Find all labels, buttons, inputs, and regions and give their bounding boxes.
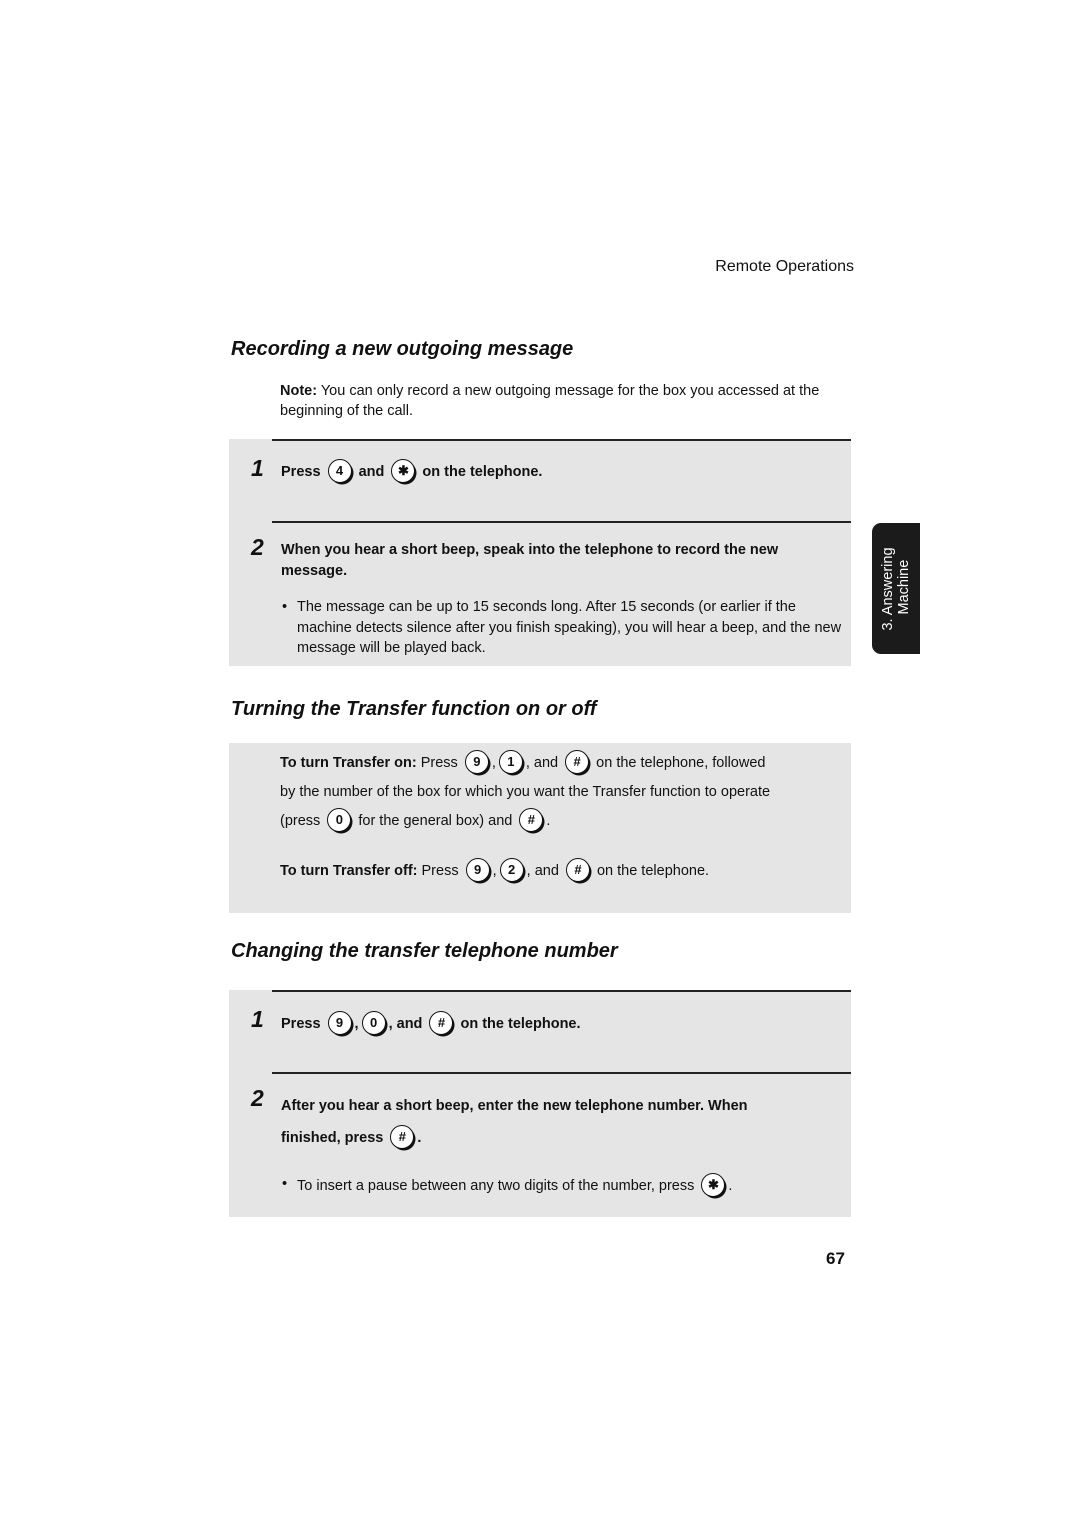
key-9-icon: 9 (465, 858, 490, 882)
section-title-transfer: Turning the Transfer function on or off (231, 698, 597, 720)
line-text: After you hear a short beep, enter the n… (281, 1098, 748, 1114)
chapter-tab-line2: Machine (896, 559, 912, 615)
step-number: 1 (251, 455, 264, 481)
and-label: , and (525, 755, 559, 771)
and-label: , and (388, 1015, 423, 1032)
key-hash-icon: # (390, 1125, 415, 1150)
press-label: Press (281, 1015, 321, 1032)
step-number: 2 (251, 1085, 264, 1111)
key-hash-icon: # (565, 750, 590, 775)
key-9-icon: 9 (327, 1011, 352, 1035)
transfer-on-label: To turn Transfer on: (280, 755, 417, 771)
chapter-tab-label: 3. Answering Machine (880, 547, 912, 630)
key-0-icon: 0 (327, 808, 352, 833)
transfer-off-text: To turn Transfer off: Press 9,2, and # o… (280, 858, 845, 883)
divider (272, 1072, 851, 1074)
step-2-text: After you hear a short beep, enter the n… (281, 1090, 841, 1154)
page-number: 67 (826, 1249, 845, 1268)
changing-steps-panel: 1 Press 9,0, and # on the telephone. 2 A… (229, 990, 851, 1217)
step-number: 1 (251, 1006, 264, 1032)
step-number: 2 (251, 534, 264, 560)
line-text: finished, press (281, 1130, 384, 1146)
and-label: and (358, 463, 385, 480)
line-text: by the number of the box for which you w… (280, 784, 771, 800)
suffix-label: on the telephone. (460, 1015, 581, 1032)
suffix-label: on the telephone, followed (596, 755, 766, 771)
bullet-item: • To insert a pause between any two digi… (280, 1173, 845, 1198)
section-title-recording: Recording a new outgoing message (231, 338, 574, 360)
line-text: for the general box) and (358, 813, 513, 829)
note-label: Note: (280, 383, 318, 399)
step-1-text: Press 9,0, and # on the telephone. (281, 1011, 841, 1036)
suffix-label: on the telephone. (422, 463, 543, 480)
divider (272, 521, 851, 523)
transfer-off-label: To turn Transfer off: (280, 862, 418, 879)
bullet-icon: • (282, 599, 288, 615)
recording-steps-panel: 1 Press 4 and ✱ on the telephone. 2 When… (229, 439, 851, 666)
suffix-label: on the telephone. (596, 862, 710, 879)
key-2-icon: 2 (499, 858, 524, 882)
key-hash-icon: # (429, 1011, 454, 1035)
press-label: Press (421, 862, 459, 879)
key-star-icon: ✱ (391, 459, 416, 483)
bullet-item: • The message can be up to 15 seconds lo… (280, 597, 845, 659)
bullet-text: To insert a pause between any two digits… (297, 1177, 695, 1194)
chapter-tab-line1: 3. Answering (880, 546, 896, 631)
note: Note: You can only record a new outgoing… (280, 381, 840, 421)
transfer-on-text: To turn Transfer on: Press 9,1, and # on… (280, 749, 845, 836)
press-label: Press (281, 463, 321, 480)
chapter-tab[interactable]: 3. Answering Machine (872, 523, 920, 654)
section-title-changing: Changing the transfer telephone number (231, 940, 618, 962)
key-1-icon: 1 (498, 750, 523, 775)
key-hash-icon: # (519, 808, 544, 833)
bullet-icon: • (282, 1176, 288, 1192)
divider (272, 439, 851, 441)
key-0-icon: 0 (361, 1011, 386, 1035)
transfer-panel: To turn Transfer on: Press 9,1, and # on… (229, 743, 851, 913)
bullet-text: The message can be up to 15 seconds long… (297, 599, 842, 656)
and-label: , and (526, 862, 559, 879)
note-text: You can only record a new outgoing messa… (280, 383, 820, 419)
key-star-icon: ✱ (701, 1173, 726, 1197)
key-9-icon: 9 (464, 750, 489, 775)
step-1-text: Press 4 and ✱ on the telephone. (281, 459, 841, 484)
line-text: (press (280, 813, 321, 829)
key-hash-icon: # (565, 858, 590, 882)
divider (272, 990, 851, 992)
running-head: Remote Operations (715, 258, 854, 275)
key-4-icon: 4 (327, 459, 352, 483)
step-2-text: When you hear a short beep, speak into t… (281, 542, 779, 579)
press-label: Press (420, 755, 458, 771)
